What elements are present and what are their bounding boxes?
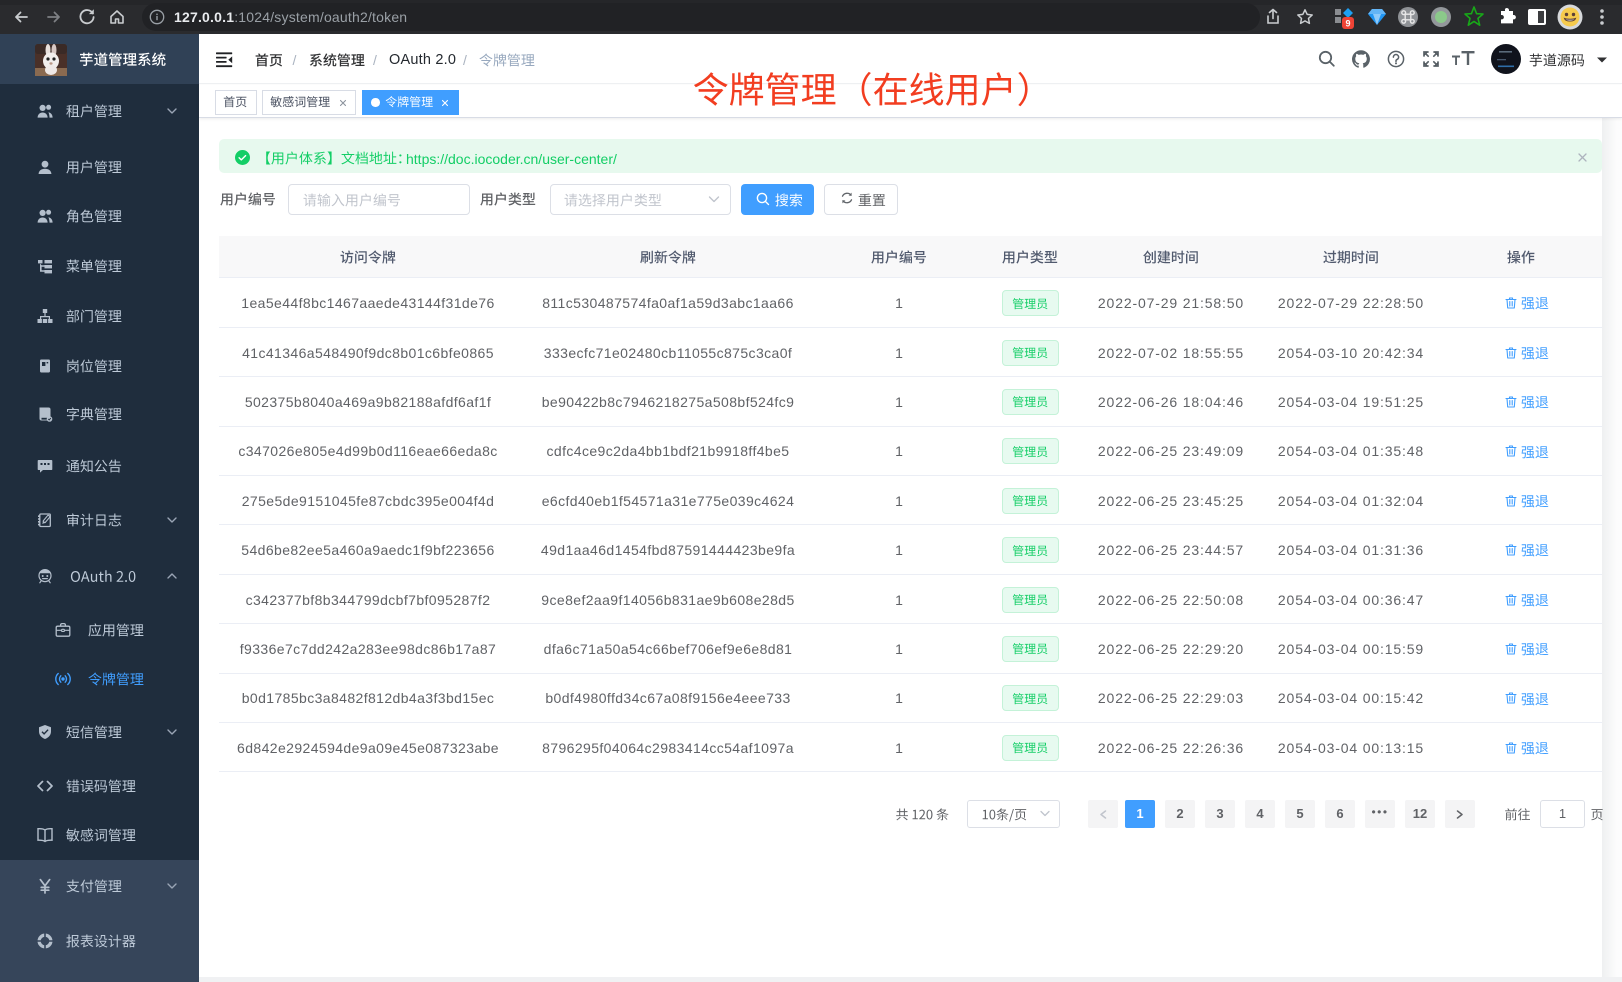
svg-text:9: 9 bbox=[1345, 19, 1350, 29]
